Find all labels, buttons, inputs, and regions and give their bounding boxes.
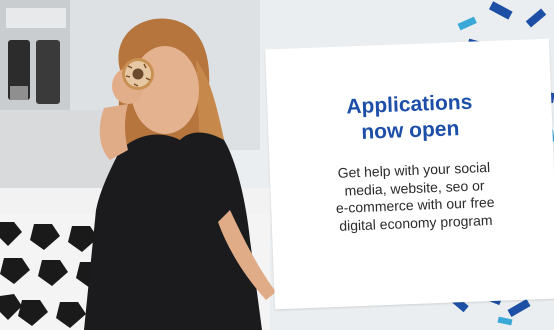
promo-card: Applications now open Get help with your…	[265, 38, 554, 310]
promo-banner: Applications now open Get help with your…	[0, 0, 554, 330]
promo-description: Get help with your social media, website…	[292, 157, 539, 236]
headline: Applications now open	[267, 87, 553, 150]
